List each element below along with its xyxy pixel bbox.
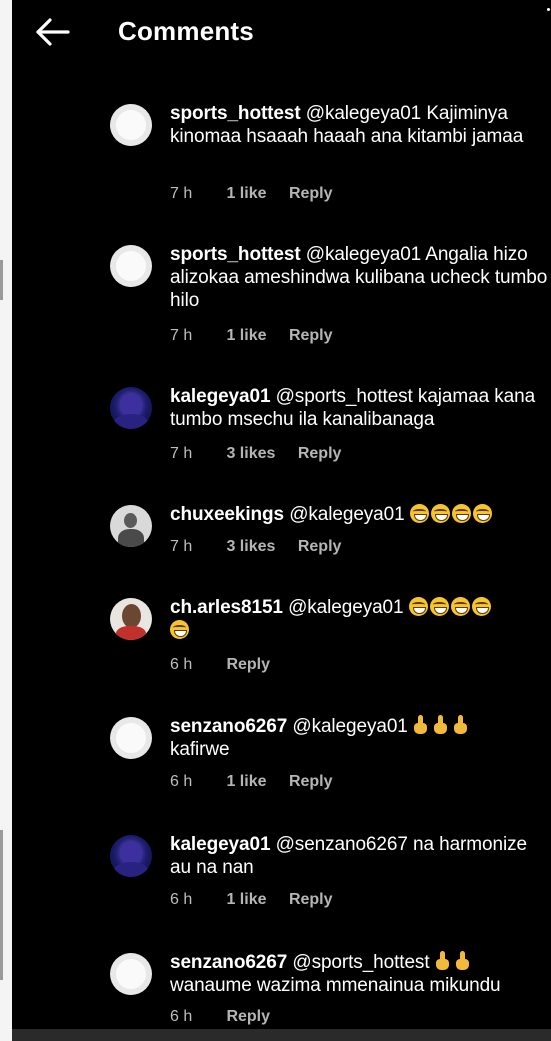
reply-button[interactable]: Reply <box>289 185 333 203</box>
comment-time: 7 h <box>170 185 193 202</box>
grinning-face-emoji <box>450 597 470 616</box>
comment-meta: 6 h Reply <box>170 656 270 674</box>
reply-button[interactable]: Reply <box>226 1008 270 1026</box>
comment-meta: 6 h 1 like Reply <box>170 773 333 791</box>
avatar[interactable] <box>110 953 152 995</box>
comment-body: ch.arles8151 @kalegeya01 <box>170 596 548 642</box>
comment-body: senzano6267 @sports_hottest wanaume wazi… <box>170 951 548 997</box>
comment-likes[interactable]: 3 likes <box>226 538 275 556</box>
avatar[interactable] <box>110 245 152 287</box>
comment-mention[interactable]: @kalegeya01 <box>306 244 421 265</box>
comment-mention[interactable]: @sports_hottest <box>276 386 413 407</box>
comment-meta: 7 h 1 like Reply <box>170 185 333 203</box>
comment-text: kajamaa <box>412 386 490 407</box>
reply-button[interactable]: Reply <box>289 773 333 791</box>
avatar[interactable] <box>110 505 152 547</box>
grinning-face-emoji <box>472 504 492 523</box>
comment-text: wanaume wazima mmenainua mikundu <box>170 975 501 996</box>
avatar[interactable] <box>110 717 152 759</box>
avatar[interactable] <box>110 104 152 146</box>
comment-body: senzano6267 @kalegeya01 kafirwe <box>170 715 548 761</box>
comment-username[interactable]: kalegeya01 <box>170 386 271 407</box>
reply-button[interactable]: Reply <box>289 327 333 345</box>
emoji-group <box>435 951 475 973</box>
emoji-group <box>409 504 494 525</box>
comment-time: 6 h <box>170 1008 193 1025</box>
comment-meta: 7 h 1 like Reply <box>170 327 333 345</box>
comment-username[interactable]: kalegeya01 <box>170 834 271 855</box>
comment-time: 6 h <box>170 891 193 908</box>
comment-meta: 6 h Reply <box>170 1008 270 1026</box>
back-button[interactable] <box>30 14 74 50</box>
grinning-face-emoji <box>471 597 491 616</box>
status-dot <box>547 8 550 11</box>
reply-button[interactable]: Reply <box>298 445 342 463</box>
grinning-face-emoji <box>429 597 449 616</box>
comment-body: kalegeya01 @sports_hottest kajamaa kana … <box>170 385 548 431</box>
reply-button[interactable]: Reply <box>226 656 270 674</box>
grinning-face-emoji <box>430 504 450 523</box>
pointing-up-hand-emoji <box>413 715 427 735</box>
comment-username[interactable]: sports_hottest <box>170 103 301 124</box>
header: Comments <box>12 0 551 66</box>
comment-meta: 6 h 1 like Reply <box>170 891 333 909</box>
pointing-up-hand-emoji <box>435 951 449 971</box>
avatar[interactable] <box>110 598 152 640</box>
comment-mention[interactable]: @kalegeya01 <box>306 103 421 124</box>
grinning-face-emoji <box>170 620 189 639</box>
comment-username[interactable]: senzano6267 <box>170 952 287 973</box>
comment-mention[interactable]: @kalegeya01 <box>288 597 403 618</box>
arrow-left-icon <box>36 18 70 46</box>
comment-likes[interactable]: 1 like <box>226 327 266 345</box>
comment-text: Kajiminya <box>421 103 508 124</box>
left-edge-mark <box>0 830 3 980</box>
comment-mention[interactable]: @sports_hottest <box>292 952 429 973</box>
comment-text: kafirwe <box>170 739 230 760</box>
pointing-up-hand-emoji <box>433 715 447 735</box>
comment-likes[interactable]: 1 like <box>226 891 266 909</box>
comment-meta: 7 h 3 likes Reply <box>170 538 341 556</box>
emoji-group <box>413 715 473 737</box>
comment-time: 7 h <box>170 327 193 344</box>
pointing-up-hand-emoji <box>455 951 469 971</box>
comment-meta: 7 h 3 likes Reply <box>170 445 341 463</box>
pointing-up-hand-emoji <box>453 715 467 735</box>
comment-likes[interactable]: 1 like <box>226 773 266 791</box>
comment-text: Angalia <box>421 244 488 265</box>
comment-username[interactable]: sports_hottest <box>170 244 301 265</box>
avatar[interactable] <box>110 387 152 429</box>
reply-button[interactable]: Reply <box>289 891 333 909</box>
left-edge-mark <box>0 260 3 300</box>
comment-likes[interactable]: 3 likes <box>226 445 275 463</box>
comments-screen: Comments sports_hottest @kalegeya01 Kaji… <box>12 0 551 1041</box>
grinning-face-emoji <box>408 597 428 616</box>
comment-username[interactable]: senzano6267 <box>170 716 287 737</box>
page-title: Comments <box>118 16 254 46</box>
reply-button[interactable]: Reply <box>298 538 342 556</box>
comment-username[interactable]: chuxeekings <box>170 504 284 525</box>
comment-text: kinomaa hsaaah haaah ana kitambi jamaa <box>170 126 524 147</box>
comment-mention[interactable]: @kalegeya01 <box>289 504 404 525</box>
comment-time: 6 h <box>170 656 193 673</box>
comment-mention[interactable]: @senzano6267 <box>276 834 408 855</box>
comment-likes[interactable]: 1 like <box>226 185 266 203</box>
comment-body: kalegeya01 @senzano6267 na harmonize au … <box>170 833 548 879</box>
comment-username[interactable]: ch.arles8151 <box>170 597 283 618</box>
grinning-face-emoji <box>409 504 429 523</box>
grinning-face-emoji <box>451 504 471 523</box>
comment-body: chuxeekings @kalegeya01 <box>170 503 548 526</box>
comment-body: sports_hottest @kalegeya01 Kajiminya kin… <box>170 102 548 148</box>
avatar[interactable] <box>110 835 152 877</box>
comment-mention[interactable]: @kalegeya01 <box>292 716 407 737</box>
comment-body: sports_hottest @kalegeya01 Angalia hizo … <box>170 243 548 312</box>
comment-text: na <box>407 834 434 855</box>
comment-time: 7 h <box>170 445 193 462</box>
left-edge-strip <box>0 0 12 1041</box>
comment-time: 6 h <box>170 773 193 790</box>
bottom-bar <box>12 1029 551 1041</box>
comment-time: 7 h <box>170 538 193 555</box>
